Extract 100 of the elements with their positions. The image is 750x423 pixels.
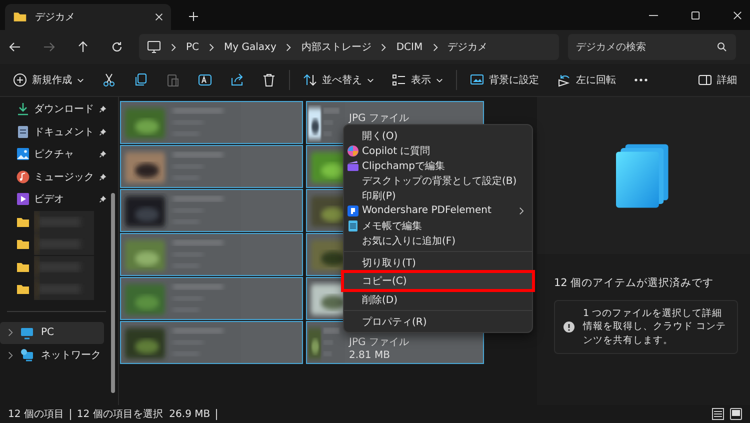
sidebar-item[interactable]: ビデオ: [0, 188, 113, 210]
chevron-icon[interactable]: [8, 328, 13, 338]
file-tile[interactable]: [120, 189, 303, 232]
panel-icon: [698, 73, 712, 87]
caret-icon: [367, 78, 374, 82]
monitor-icon: [20, 326, 34, 340]
menu-item[interactable]: Copilot に質問: [344, 143, 532, 158]
trash-icon: [262, 73, 276, 87]
breadcrumb[interactable]: DCIM: [396, 42, 423, 52]
caret-icon: [77, 78, 84, 82]
monitor-icon: [147, 40, 161, 54]
close-icon[interactable]: [733, 10, 742, 20]
file-tile[interactable]: [120, 321, 303, 364]
swirl-icon: [347, 144, 359, 156]
stacked-pages-icon: [616, 142, 672, 210]
chevron-icon: [171, 42, 176, 52]
sort-icon: [303, 73, 317, 87]
file-type: JPG ファイル: [349, 336, 409, 349]
menu-item[interactable]: 印刷(P): [344, 188, 532, 203]
scissors-icon: [102, 73, 116, 87]
file-type: JPG ファイル: [349, 112, 409, 125]
item-count: 12 個の項目: [8, 408, 64, 421]
tiles-view-icon[interactable]: [730, 408, 742, 420]
notepad-icon: [347, 220, 359, 232]
info-text: 1 つのファイルを選択して詳細情報を取得し、クラウド コンテンツを共有します。: [583, 307, 728, 347]
file-tile[interactable]: [120, 277, 303, 320]
info-icon: [563, 320, 575, 333]
music-icon: [16, 170, 30, 184]
details-button[interactable]: 詳細: [691, 67, 744, 93]
copy-icon: [134, 73, 148, 87]
list-icon: [392, 73, 406, 87]
sidebar-item[interactable]: ピクチャ: [0, 143, 113, 166]
folder-icon: [16, 237, 30, 252]
menu-item[interactable]: デスクトップの背景として設定(B): [344, 173, 532, 188]
breadcrumb[interactable]: 内部ストレージ: [301, 40, 372, 54]
pin-icon: [99, 128, 107, 136]
file-size: 2.81 MB: [349, 350, 391, 361]
pin-icon: [99, 195, 107, 204]
close-icon[interactable]: [155, 13, 163, 21]
menu-item[interactable]: Wondershare PDFelement: [344, 203, 532, 218]
menu-item[interactable]: 切り取り(T): [344, 255, 532, 270]
breadcrumb[interactable]: PC: [186, 42, 200, 52]
refresh-icon[interactable]: [111, 41, 123, 53]
share-icon: [230, 73, 244, 87]
video-icon: [16, 192, 30, 206]
selection-info: 12 個の項目を選択 26.9 MB: [76, 408, 210, 421]
selection-summary: 12 個のアイテムが選択済みです: [554, 276, 715, 290]
menu-item[interactable]: Clipchampで編集: [344, 158, 532, 173]
new-tab-icon[interactable]: [189, 12, 198, 21]
menu-item[interactable]: お気に入りに追加(F): [344, 233, 532, 248]
menu-item[interactable]: 削除(D): [344, 292, 532, 307]
pin-icon: [99, 105, 107, 114]
chevron-icon: [519, 206, 524, 214]
details-view-icon[interactable]: [712, 408, 724, 420]
document-icon: [347, 204, 359, 216]
new-button[interactable]: 新規作成: [6, 67, 91, 93]
window-tab[interactable]: デジカメ: [5, 4, 171, 30]
background-button[interactable]: 背景に設定: [463, 67, 546, 93]
search-icon: [717, 42, 727, 52]
folder-icon: [13, 10, 27, 24]
chevron-icon: [432, 42, 438, 52]
chevron-icon: [286, 42, 292, 52]
menu-item[interactable]: コピー(C): [344, 270, 532, 292]
sidebar-item[interactable]: ドキュメント: [0, 120, 113, 143]
breadcrumb[interactable]: My Galaxy: [224, 42, 276, 52]
address-bar[interactable]: PC My Galaxy 内部ストレージ DCIM デジカメ: [139, 34, 559, 60]
plus-icon: [13, 73, 27, 87]
clapper-icon: [347, 160, 359, 172]
image-icon: [470, 73, 484, 87]
image-icon: [16, 147, 30, 162]
search-field[interactable]: デジカメの検索: [568, 34, 736, 60]
back-icon[interactable]: [9, 41, 21, 53]
download-icon: [16, 102, 30, 116]
rotate-icon: [557, 73, 571, 87]
maximize-icon[interactable]: [691, 10, 700, 20]
caret-icon: [436, 78, 443, 82]
sidebar-item[interactable]: ネットワーク: [0, 344, 104, 366]
sort-button[interactable]: 並べ替え: [296, 67, 381, 93]
sidebar-item[interactable]: ミュージック: [0, 166, 113, 188]
chevron-icon[interactable]: [8, 350, 13, 360]
folder-icon: [16, 282, 30, 296]
pin-icon: [99, 172, 107, 181]
view-button[interactable]: 表示: [385, 67, 450, 93]
sidebar-item[interactable]: PC: [0, 322, 104, 344]
network-icon: [20, 348, 34, 362]
chevron-icon: [381, 42, 386, 52]
clipboard-icon: [166, 73, 180, 87]
forward-icon[interactable]: [43, 41, 55, 53]
breadcrumb[interactable]: デジカメ: [448, 40, 488, 54]
file-tile[interactable]: [120, 145, 303, 188]
pin-icon: [99, 150, 107, 158]
menu-item[interactable]: メモ帳で編集: [344, 218, 532, 233]
rename-icon: [198, 73, 212, 87]
up-icon[interactable]: [77, 41, 89, 53]
sidebar-item[interactable]: ダウンロード: [0, 98, 113, 120]
file-tile[interactable]: [120, 233, 303, 276]
rotate-button[interactable]: 左に回転: [550, 67, 623, 93]
file-tile[interactable]: [120, 101, 303, 144]
chevron-icon: [209, 42, 214, 52]
document-icon: [16, 124, 30, 139]
